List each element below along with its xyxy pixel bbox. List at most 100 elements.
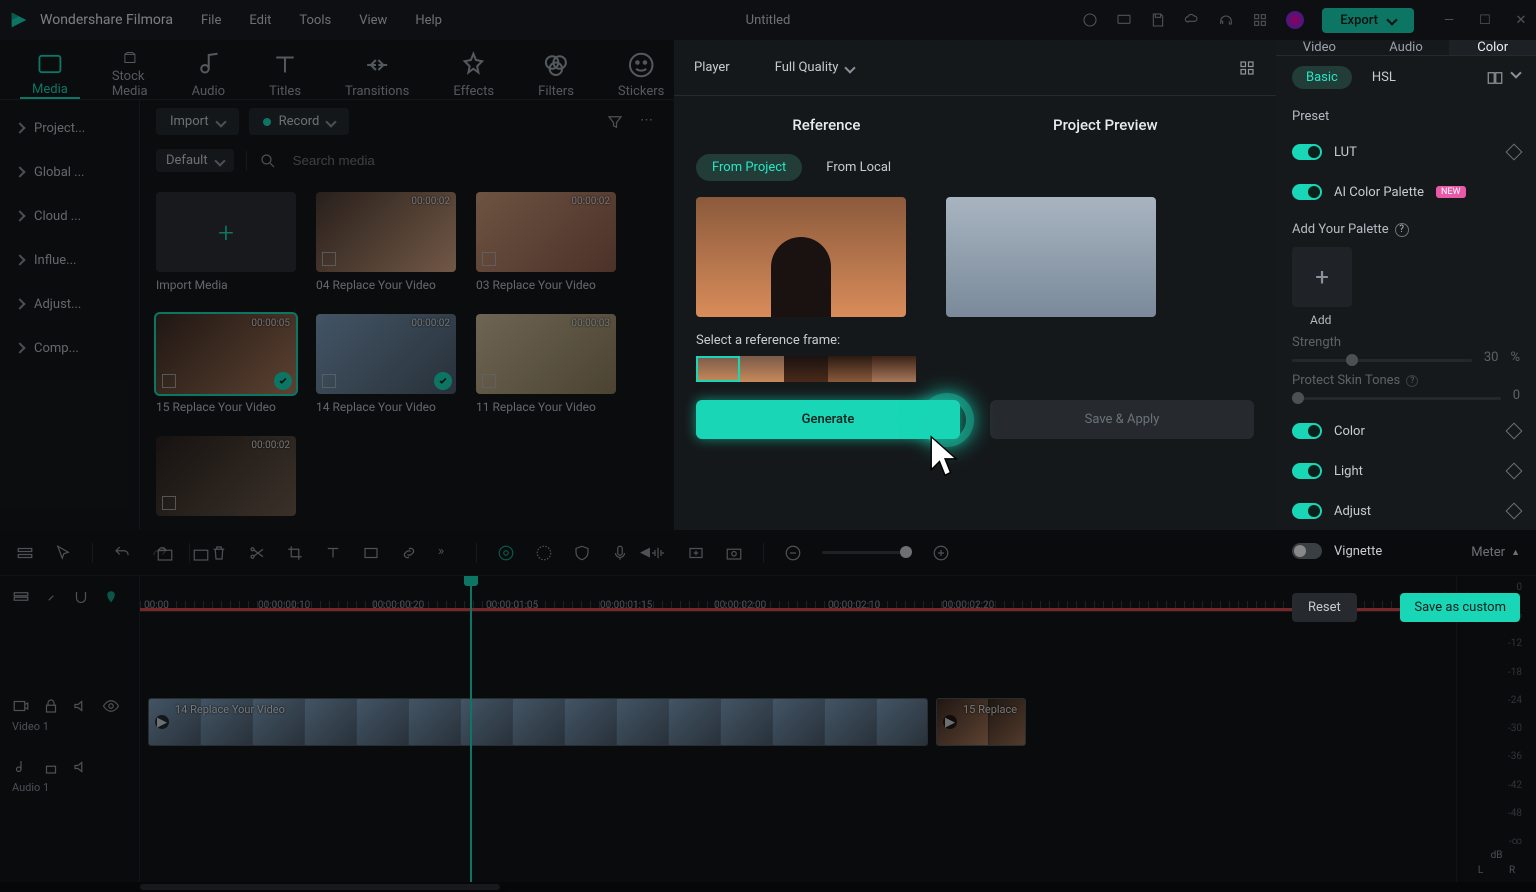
close-icon[interactable]: ✕ — [1514, 13, 1528, 27]
reference-frame[interactable] — [784, 356, 828, 382]
tab-media[interactable]: Media — [20, 50, 80, 99]
subtab-hsl[interactable]: HSL — [1372, 70, 1396, 85]
add-palette-button[interactable]: + — [1292, 247, 1352, 307]
keyframe-icon[interactable] — [1506, 463, 1523, 480]
ai-icon[interactable] — [497, 544, 515, 562]
sidebar-item-comp[interactable]: Comp... — [0, 326, 139, 370]
snapshot-icon[interactable] — [725, 544, 743, 562]
media-thumbnail[interactable]: 00:00:05 — [156, 314, 296, 394]
audio-sync-icon[interactable] — [649, 544, 667, 562]
export-button[interactable]: Export — [1322, 8, 1414, 33]
sidebar-item-adjust[interactable]: Adjust... — [0, 282, 139, 326]
marker-add-icon[interactable] — [687, 544, 705, 562]
marker-icon[interactable] — [102, 589, 120, 607]
split-icon[interactable] — [248, 544, 266, 562]
more-icon[interactable]: ⋯ — [640, 113, 658, 131]
audio-track-icon[interactable] — [12, 758, 30, 776]
reference-frame[interactable] — [696, 356, 740, 382]
inspector-tab-video[interactable]: Video — [1276, 40, 1363, 55]
save-apply-button[interactable]: Save & Apply — [990, 400, 1254, 439]
lock-icon[interactable] — [42, 697, 60, 715]
search-input[interactable] — [289, 149, 658, 172]
aspect-icon[interactable] — [362, 544, 380, 562]
lut-toggle[interactable] — [1292, 144, 1322, 160]
link-icon[interactable] — [400, 544, 418, 562]
reference-frame[interactable] — [740, 356, 784, 382]
shield-icon[interactable] — [573, 544, 591, 562]
headphones-icon[interactable] — [1218, 12, 1234, 28]
tab-filters[interactable]: Filters — [526, 50, 586, 99]
import-media-button[interactable]: + — [156, 192, 296, 272]
reference-frame[interactable] — [872, 356, 916, 382]
timeline-layout-icon[interactable] — [16, 544, 34, 562]
reset-button[interactable]: Reset — [1292, 593, 1357, 622]
timeline-ruler[interactable]: 00:0000:00:00:1000:00:00:2000:00:01:0500… — [140, 576, 1456, 612]
zoom-in-icon[interactable] — [932, 544, 950, 562]
tab-stock-media[interactable]: Stock Media — [100, 50, 160, 99]
media-thumbnail[interactable]: 00:00:03 — [476, 314, 616, 394]
track-manage-icon[interactable] — [12, 589, 30, 607]
media-thumbnail[interactable]: 00:00:02 — [316, 314, 456, 394]
zoom-out-icon[interactable] — [784, 544, 802, 562]
menu-tools[interactable]: Tools — [299, 13, 331, 28]
redo-icon[interactable] — [151, 544, 169, 562]
more-tools-icon[interactable]: » — [438, 544, 456, 562]
speed-icon[interactable] — [535, 544, 553, 562]
magnet-icon[interactable] — [72, 589, 90, 607]
visibility-icon[interactable] — [102, 697, 120, 715]
help-icon[interactable]: ? — [1395, 223, 1409, 237]
light-toggle[interactable] — [1292, 463, 1322, 479]
layout-grid-icon[interactable] — [1238, 59, 1256, 77]
delete-icon[interactable] — [210, 544, 228, 562]
playhead[interactable] — [470, 576, 472, 882]
keyframe-icon[interactable] — [1506, 144, 1523, 161]
strength-slider[interactable] — [1292, 359, 1472, 362]
save-icon[interactable] — [1150, 12, 1166, 28]
zoom-slider[interactable] — [822, 551, 912, 554]
menu-file[interactable]: File — [201, 13, 221, 28]
vignette-toggle[interactable] — [1292, 543, 1322, 559]
apps-icon[interactable] — [1252, 12, 1268, 28]
mute-icon[interactable] — [72, 758, 90, 776]
undo-icon[interactable] — [113, 544, 131, 562]
inspector-tab-color[interactable]: Color — [1449, 40, 1536, 55]
mic-icon[interactable] — [611, 544, 629, 562]
filter-icon[interactable] — [606, 113, 624, 131]
link-icon[interactable] — [42, 589, 60, 607]
sidebar-item-cloud[interactable]: Cloud ... — [0, 194, 139, 238]
reference-preview[interactable] — [696, 197, 906, 317]
menu-view[interactable]: View — [359, 13, 387, 28]
timeline-clip[interactable]: ▶ 15 Replace — [936, 698, 1026, 746]
protect-skin-slider[interactable] — [1292, 397, 1501, 400]
folder-icon[interactable] — [192, 545, 210, 563]
tab-from-project[interactable]: From Project — [696, 154, 802, 181]
sidebar-item-global[interactable]: Global ... — [0, 150, 139, 194]
crop-icon[interactable] — [286, 544, 304, 562]
compare-icon[interactable] — [1486, 69, 1504, 87]
help-icon[interactable]: ? — [1406, 375, 1418, 387]
sidebar-item-project[interactable]: Project... — [0, 106, 139, 150]
sidebar-item-influencer[interactable]: Influe... — [0, 238, 139, 282]
timeline-clip[interactable]: ▶ 14 Replace Your Video — [148, 698, 928, 746]
tab-stickers[interactable]: Stickers — [606, 50, 676, 99]
mute-icon[interactable] — [72, 697, 90, 715]
menu-edit[interactable]: Edit — [249, 13, 271, 28]
maximize-icon[interactable]: ☐ — [1478, 13, 1492, 27]
lock-icon[interactable] — [42, 758, 60, 776]
import-dropdown[interactable]: Import — [156, 108, 239, 135]
save-custom-button[interactable]: Save as custom — [1400, 593, 1520, 622]
cloud-sync-icon[interactable] — [1082, 12, 1098, 28]
chevron-down-icon[interactable] — [1510, 67, 1521, 78]
reference-frame[interactable] — [828, 356, 872, 382]
timeline-tracks[interactable]: 00:0000:00:00:1000:00:00:2000:00:01:0500… — [140, 576, 1456, 882]
tab-from-local[interactable]: From Local — [810, 154, 907, 181]
record-dropdown[interactable]: Record — [249, 108, 350, 135]
tab-audio[interactable]: Audio — [180, 50, 237, 99]
tab-titles[interactable]: Titles — [257, 50, 313, 99]
keyframe-icon[interactable] — [1506, 423, 1523, 440]
select-tool-icon[interactable] — [54, 544, 72, 562]
video-track-icon[interactable] — [12, 697, 30, 715]
timeline-scrollbar[interactable] — [0, 882, 1536, 892]
text-icon[interactable] — [324, 544, 342, 562]
inspector-tab-audio[interactable]: Audio — [1363, 40, 1450, 55]
